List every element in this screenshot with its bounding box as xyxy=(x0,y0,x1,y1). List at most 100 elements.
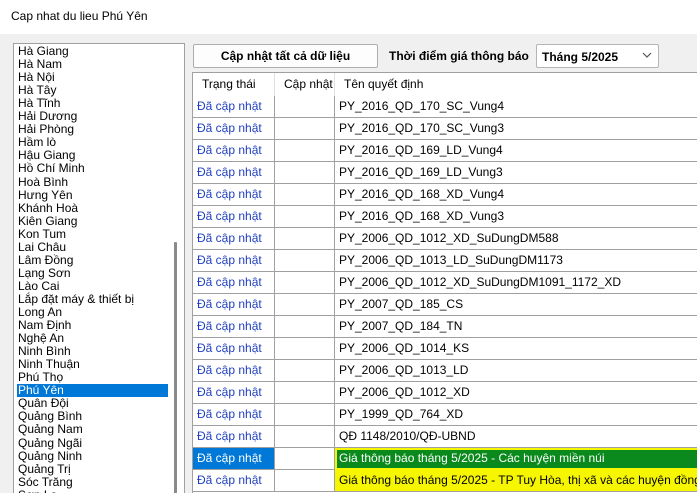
decision-name-cell[interactable]: PY_2006_QD_1012_XD_SuDungDM1091_1172_XD xyxy=(335,272,697,294)
update-all-button[interactable]: Cập nhật tất cả dữ liệu xyxy=(193,44,378,68)
table-row[interactable]: Đã cập nhật Giá thông báo tháng 5/2025 - … xyxy=(193,448,697,470)
region-list-scrollbar[interactable] xyxy=(167,44,184,493)
table-row[interactable]: Đã cập nhật PY_2006_QD_1012_XD_SuDungDM10… xyxy=(193,272,697,294)
region-item[interactable]: Lắp đặt máy & thiết bị xyxy=(17,292,168,306)
region-item[interactable]: Ninh Bình xyxy=(17,345,168,358)
status-cell[interactable]: Đã cập nhật xyxy=(193,250,275,272)
update-cell[interactable] xyxy=(275,96,335,118)
region-item[interactable]: Ninh Thuận xyxy=(17,358,168,371)
region-item[interactable]: Hậu Giang xyxy=(17,149,168,162)
region-item[interactable]: Kon Tum xyxy=(17,227,168,241)
region-item[interactable]: Quân Đội xyxy=(17,397,168,410)
decision-name-cell[interactable]: PY_2016_QD_170_SC_Vung3 xyxy=(335,118,697,140)
region-list[interactable]: Hà Giang Hà Nam Hà Nội Hà Tây Hà Tĩnh Hải Dươ… xyxy=(13,43,185,493)
status-cell[interactable]: Đã cập nhật xyxy=(193,426,275,448)
update-cell[interactable] xyxy=(275,272,335,294)
status-cell[interactable]: Đã cập nhật xyxy=(193,272,275,294)
region-item[interactable]: Quảng Bình xyxy=(17,410,168,423)
status-cell[interactable]: Đã cập nhật xyxy=(193,470,275,492)
table-row[interactable]: Đã cập nhật Giá thông báo tháng 5/2025 - … xyxy=(193,470,697,492)
table-row[interactable]: Đã cập nhật PY_2006_QD_1014_KS xyxy=(193,338,697,360)
table-row[interactable]: Đã cập nhật PY_2016_QD_168_XD_Vung4 xyxy=(193,184,697,206)
update-cell[interactable] xyxy=(275,360,335,382)
region-item[interactable]: Khánh Hoà xyxy=(17,201,168,215)
table-row[interactable]: Đã cập nhật PY_2016_QD_168_XD_Vung3 xyxy=(193,206,697,228)
status-cell[interactable]: Đã cập nhật xyxy=(193,404,275,426)
column-header-name[interactable]: Tên quyết định xyxy=(335,73,697,96)
region-item[interactable]: Phú Yên xyxy=(17,384,168,398)
table-row[interactable]: Đã cập nhật PY_2016_QD_169_LD_Vung3 xyxy=(193,162,697,184)
update-cell[interactable] xyxy=(275,404,335,426)
region-item[interactable]: Quảng Trị xyxy=(17,462,168,476)
decision-name-cell[interactable]: PY_2016_QD_169_LD_Vung3 xyxy=(335,162,697,184)
update-cell[interactable] xyxy=(275,162,335,184)
status-cell[interactable]: Đã cập nhật xyxy=(193,184,275,206)
status-cell[interactable]: Đã cập nhật xyxy=(193,206,275,228)
region-item[interactable]: Lâm Đồng xyxy=(17,253,168,267)
region-item[interactable]: Lào Cai xyxy=(17,279,168,293)
update-cell[interactable] xyxy=(275,470,335,492)
status-cell[interactable]: Đã cập nhật xyxy=(193,294,275,316)
update-cell[interactable] xyxy=(275,382,335,404)
decision-name-cell[interactable]: PY_2006_QD_1013_LD xyxy=(335,360,697,382)
region-item[interactable]: Hà Nam xyxy=(17,58,168,71)
table-row[interactable]: Đã cập nhật PY_2007_QD_185_CS xyxy=(193,294,697,316)
region-item[interactable]: Hồ Chí Minh xyxy=(17,162,168,175)
status-cell[interactable]: Đã cập nhật xyxy=(193,162,275,184)
status-cell[interactable]: Đã cập nhật xyxy=(193,338,275,360)
status-cell[interactable]: Đã cập nhật xyxy=(193,140,275,162)
update-cell[interactable] xyxy=(275,228,335,250)
region-item[interactable]: Hà Tĩnh xyxy=(17,97,168,110)
region-item[interactable]: Quảng Nam xyxy=(17,423,168,436)
decision-name-cell[interactable]: PY_2007_QD_185_CS xyxy=(335,294,697,316)
table-row[interactable]: Đã cập nhật PY_2016_QD_169_LD_Vung4 xyxy=(193,140,697,162)
period-select[interactable]: Tháng 5/2025 xyxy=(536,44,659,68)
table-row[interactable]: Đã cập nhật PY_2016_QD_170_SC_Vung4 xyxy=(193,96,697,118)
status-cell[interactable]: Đã cập nhật xyxy=(193,448,275,470)
region-item[interactable]: Quảng Ninh xyxy=(17,449,168,463)
region-item[interactable]: Hà Giang xyxy=(17,45,168,58)
region-item[interactable]: Kiên Giang xyxy=(17,214,168,228)
update-cell[interactable] xyxy=(275,250,335,272)
region-item[interactable]: Lai Châu xyxy=(17,240,168,254)
update-cell[interactable] xyxy=(275,426,335,448)
table-row[interactable]: Đã cập nhật PY_2007_QD_184_TN xyxy=(193,316,697,338)
region-item[interactable]: Hà Tây xyxy=(17,84,168,97)
region-item[interactable]: Phú Thọ xyxy=(17,371,168,384)
status-cell[interactable]: Đã cập nhật xyxy=(193,118,275,140)
column-header-status[interactable]: Trạng thái xyxy=(193,73,275,96)
decision-grid[interactable]: Trạng thái Cập nhật Tên quyết định Đã cậ… xyxy=(192,72,697,493)
table-row[interactable]: Đã cập nhật PY_1999_QD_764_XD xyxy=(193,404,697,426)
decision-name-cell[interactable]: Giá thông báo tháng 5/2025 - TP Tuy Hòa,… xyxy=(335,470,697,492)
decision-name-cell[interactable]: QĐ 1148/2010/QĐ-UBND xyxy=(335,426,697,448)
region-item[interactable]: Long An xyxy=(17,306,168,319)
table-row[interactable]: Đã cập nhật PY_2006_QD_1013_LD_SuDungDM11… xyxy=(193,250,697,272)
status-cell[interactable]: Đã cập nhật xyxy=(193,96,275,118)
column-header-update[interactable]: Cập nhật xyxy=(275,73,335,96)
update-cell[interactable] xyxy=(275,206,335,228)
region-item[interactable]: Sơn La xyxy=(17,488,168,493)
update-cell[interactable] xyxy=(275,448,335,470)
region-item[interactable]: Hoà Bình xyxy=(17,175,168,189)
status-cell[interactable]: Đã cập nhật xyxy=(193,316,275,338)
decision-name-cell[interactable]: PY_2006_QD_1013_LD_SuDungDM1173 xyxy=(335,250,697,272)
region-item[interactable]: Hầm lò xyxy=(17,136,168,149)
status-cell[interactable]: Đã cập nhật xyxy=(193,382,275,404)
update-cell[interactable] xyxy=(275,294,335,316)
table-row[interactable]: Đã cập nhật PY_2006_QD_1013_LD xyxy=(193,360,697,382)
update-cell[interactable] xyxy=(275,140,335,162)
decision-name-cell[interactable]: PY_2016_QD_169_LD_Vung4 xyxy=(335,140,697,162)
update-cell[interactable] xyxy=(275,184,335,206)
decision-name-cell[interactable]: PY_2016_QD_168_XD_Vung4 xyxy=(335,184,697,206)
region-item[interactable]: Nghệ An xyxy=(17,332,168,345)
region-item[interactable]: Nam Định xyxy=(17,319,168,332)
region-item[interactable]: Hải Phòng xyxy=(17,123,168,136)
region-item[interactable]: Hưng Yên xyxy=(17,188,168,202)
region-item[interactable]: Sóc Trăng xyxy=(17,475,168,489)
table-row[interactable]: Đã cập nhật PY_2006_QD_1012_XD_SuDungDM58… xyxy=(193,228,697,250)
table-row[interactable]: Đã cập nhật QĐ 1148/2010/QĐ-UBND xyxy=(193,426,697,448)
decision-name-cell[interactable]: PY_2007_QD_184_TN xyxy=(335,316,697,338)
decision-name-cell[interactable]: PY_2016_QD_168_XD_Vung3 xyxy=(335,206,697,228)
table-row[interactable]: Đã cập nhật PY_2006_QD_1012_XD xyxy=(193,382,697,404)
status-cell[interactable]: Đã cập nhật xyxy=(193,228,275,250)
